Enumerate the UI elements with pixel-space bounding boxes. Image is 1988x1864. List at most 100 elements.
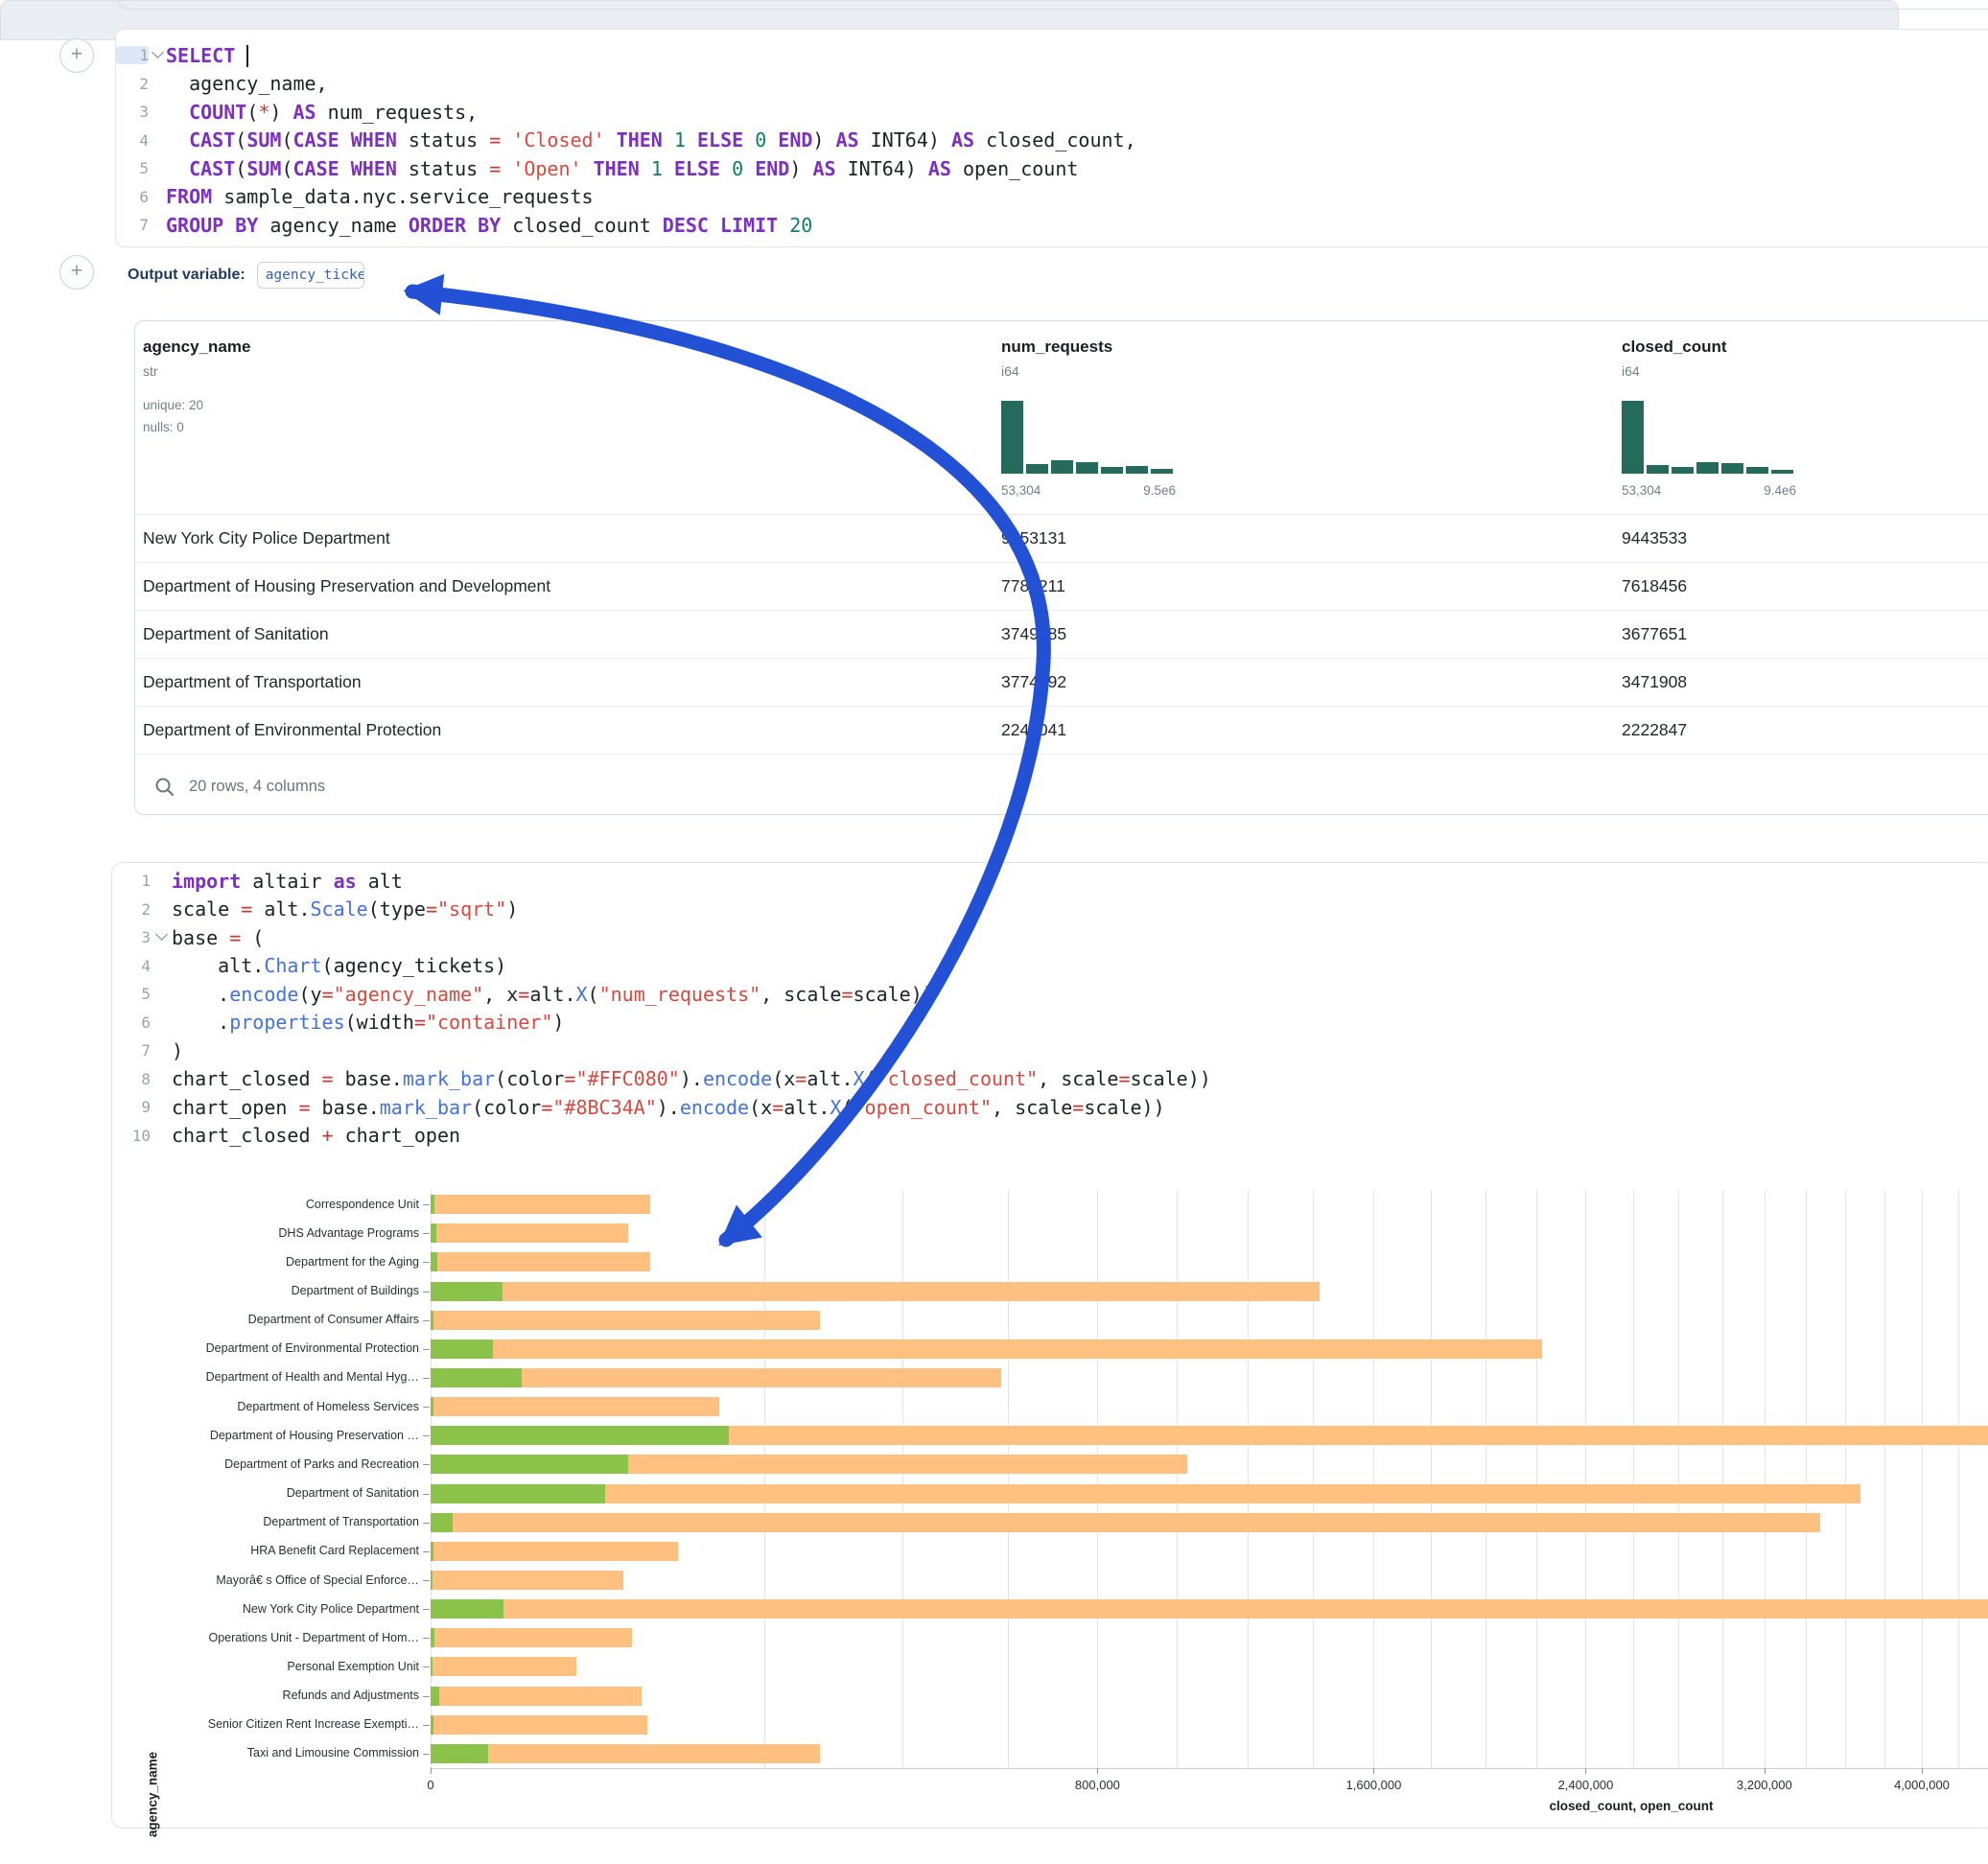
code-token: ( xyxy=(281,157,292,180)
histogram-bar xyxy=(1622,401,1644,474)
code-line[interactable]: 6FROM sample_data.nyc.service_requests xyxy=(116,183,1988,212)
code-line[interactable]: 9chart_open = base.mark_bar(color="#8BC3… xyxy=(112,1093,1988,1122)
code-token: (agency_tickets) xyxy=(322,954,507,977)
column-header[interactable]: num_requestsi6453,3049.5e6 xyxy=(1001,338,1327,379)
column-header[interactable]: closed_counti6453,3049.4e6 xyxy=(1622,338,1948,379)
code-token: ) xyxy=(789,157,812,180)
table-row[interactable]: New York City Police Department945313194… xyxy=(135,515,1988,563)
line-number: 5 xyxy=(116,159,149,177)
code-token: scale xyxy=(172,897,241,920)
code-token: = xyxy=(1072,1096,1084,1119)
code-text: CAST(SUM(CASE WHEN status = 'Closed' THE… xyxy=(166,128,1136,151)
code-token: sample_data.nyc.service_requests xyxy=(212,185,593,208)
code-line[interactable]: 2 agency_name, xyxy=(116,70,1988,99)
code-line[interactable]: 1SELECT xyxy=(116,41,1988,70)
bar-open xyxy=(431,1744,488,1763)
output-variable-chip[interactable]: agency_tickets xyxy=(257,262,364,289)
code-token: , scale xyxy=(760,983,841,1006)
x-axis-tick-label: 0 xyxy=(427,1778,433,1792)
code-token: = xyxy=(795,1067,807,1090)
histogram-bar xyxy=(1026,464,1048,474)
code-line[interactable]: 2scale = alt.Scale(type="sqrt") xyxy=(112,896,1988,924)
add-cell-button[interactable]: + xyxy=(59,38,94,73)
code-token xyxy=(501,157,512,180)
column-type: str xyxy=(143,363,469,379)
code-token: WHEN xyxy=(351,128,397,151)
add-cell-button[interactable]: + xyxy=(59,255,94,290)
code-text: .encode(y="agency_name", x=alt.X("num_re… xyxy=(172,983,934,1006)
code-token: (x xyxy=(772,1067,795,1090)
code-text: chart_closed + chart_open xyxy=(172,1124,460,1147)
y-axis-label: HRA Benefit Card Replacement xyxy=(112,1544,419,1557)
code-token: "open_count" xyxy=(854,1096,993,1119)
code-token: = xyxy=(564,1067,575,1090)
code-text: chart_closed = base.mark_bar(color="#FFC… xyxy=(172,1067,1211,1090)
y-axis-tick xyxy=(423,1666,430,1667)
code-line[interactable]: 3 COUNT(*) AS num_requests, xyxy=(116,98,1988,127)
code-line[interactable]: 5 .encode(y="agency_name", x=alt.X("num_… xyxy=(112,980,1988,1009)
code-token: SUM xyxy=(246,157,281,180)
code-token: ( xyxy=(841,1096,853,1119)
table-cell: New York City Police Department xyxy=(143,515,390,561)
chart-gridline xyxy=(1585,1190,1586,1768)
histogram-bar xyxy=(1696,462,1719,474)
chevron-down-icon[interactable] xyxy=(152,46,164,58)
code-line[interactable]: 6 .properties(width="container") xyxy=(112,1009,1988,1037)
bar-open xyxy=(431,1571,433,1590)
column-stat: nulls: 0 xyxy=(143,416,469,438)
code-line[interactable]: 7) xyxy=(112,1037,1988,1065)
code-token: ( xyxy=(235,157,246,180)
bar-open xyxy=(431,1282,503,1301)
histogram-range-min: 53,304 xyxy=(1622,483,1661,498)
column-header[interactable]: agency_namestrunique: 20nulls: 0 xyxy=(143,338,469,438)
code-text: chart_open = base.mark_bar(color="#8BC34… xyxy=(172,1096,1165,1119)
table-row[interactable]: Department of Environmental Protection22… xyxy=(135,707,1988,755)
y-axis-label: Senior Citizen Rent Increase Exempti… xyxy=(112,1717,419,1731)
table-row[interactable]: Department of Sanitation37494853677651 xyxy=(135,611,1988,659)
line-number: 1 xyxy=(116,46,149,64)
code-token: ( xyxy=(246,101,258,124)
code-token xyxy=(339,128,351,151)
code-token: (color xyxy=(472,1096,541,1119)
code-line[interactable]: 1import altair as alt xyxy=(112,867,1988,896)
y-axis-label: Operations Unit - Department of Hom… xyxy=(112,1631,419,1644)
code-line[interactable]: 4 alt.Chart(agency_tickets) xyxy=(112,952,1988,981)
code-token: base xyxy=(172,926,229,949)
chevron-down-icon[interactable] xyxy=(155,928,168,941)
table-cell: 3774892 xyxy=(1001,659,1066,705)
code-line[interactable]: 5 CAST(SUM(CASE WHEN status = 'Open' THE… xyxy=(116,154,1988,183)
x-axis-tick xyxy=(1922,1768,1923,1774)
python-cell-editor[interactable]: 1import altair as alt2scale = alt.Scale(… xyxy=(112,867,1988,1150)
code-token: (y xyxy=(298,983,321,1006)
code-token: AS xyxy=(836,128,859,151)
histogram-range: 53,3049.5e6 xyxy=(1001,483,1176,498)
line-number: 4 xyxy=(116,131,149,150)
code-token: chart_closed xyxy=(172,1124,322,1147)
sql-cell-editor[interactable]: 1SELECT 2 agency_name,3 COUNT(*) AS num_… xyxy=(115,29,1988,247)
x-axis-tick-label: 800,000 xyxy=(1075,1778,1120,1792)
code-line[interactable]: 8chart_closed = base.mark_bar(color="#FF… xyxy=(112,1065,1988,1094)
code-token: "container" xyxy=(426,1011,552,1034)
code-token: X xyxy=(854,1067,865,1090)
code-token: ( xyxy=(235,128,246,151)
code-token: THEN xyxy=(617,128,663,151)
code-token: base. xyxy=(334,1067,403,1090)
code-token xyxy=(743,128,755,151)
table-row[interactable]: Department of Housing Preservation and D… xyxy=(135,563,1988,611)
code-line[interactable]: 7GROUP BY agency_name ORDER BY closed_co… xyxy=(116,211,1988,240)
code-token: agency_name xyxy=(258,214,409,237)
code-token: ) xyxy=(812,128,835,151)
table-row[interactable]: Department of Transportation377489234719… xyxy=(135,659,1988,707)
search-icon[interactable] xyxy=(154,777,175,798)
x-axis-tick xyxy=(1765,1768,1766,1774)
code-line[interactable]: 4 CAST(SUM(CASE WHEN status = 'Closed' T… xyxy=(116,127,1988,155)
code-token xyxy=(605,128,617,151)
code-token: ) xyxy=(269,101,292,124)
y-axis-tick xyxy=(423,1349,430,1350)
code-token: END xyxy=(755,157,789,180)
code-line[interactable]: 3base = ( xyxy=(112,923,1988,952)
code-token: + xyxy=(322,1124,334,1147)
code-line[interactable]: 10chart_closed + chart_open xyxy=(112,1122,1988,1151)
y-axis-label: Department of Transportation xyxy=(112,1515,419,1528)
column-stat: unique: 20 xyxy=(143,394,469,416)
